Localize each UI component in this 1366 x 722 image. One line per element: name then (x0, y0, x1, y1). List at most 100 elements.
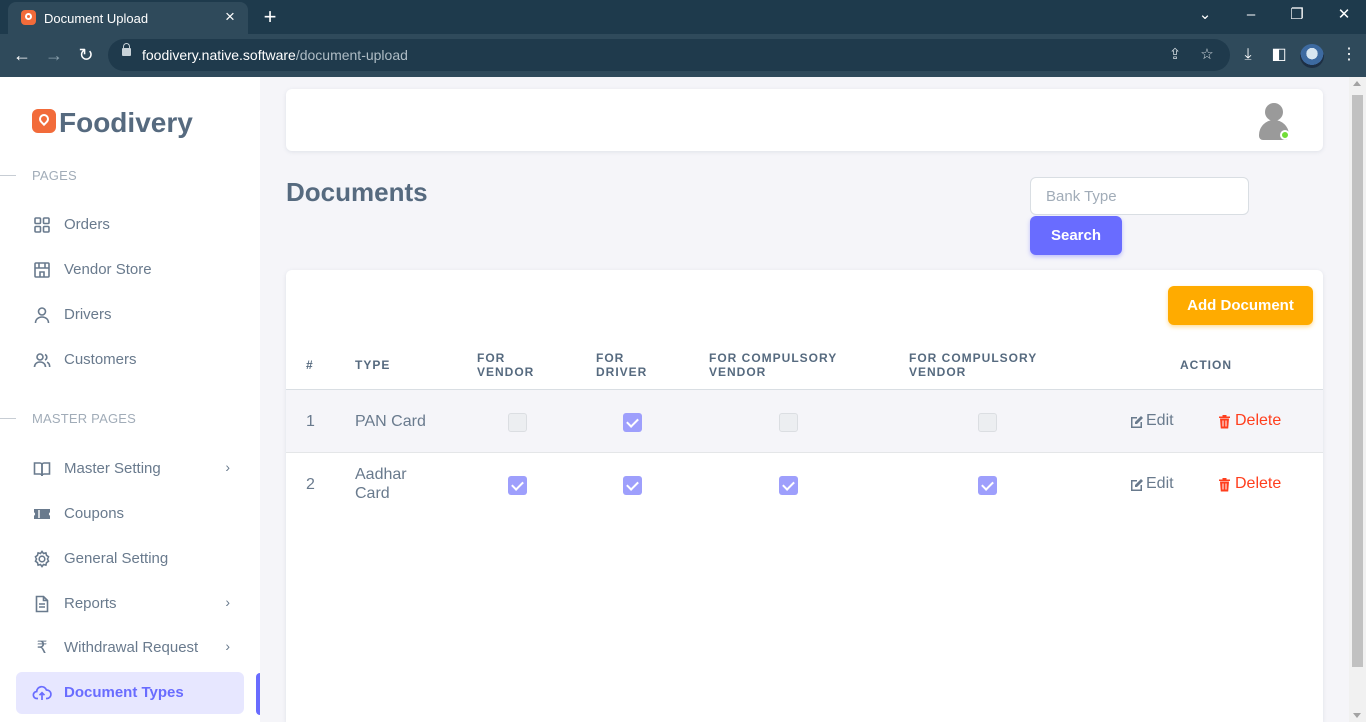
divider (0, 418, 16, 419)
scroll-down-arrow-icon[interactable] (1353, 713, 1361, 718)
book-icon (33, 462, 51, 477)
search-button[interactable]: Search (1030, 216, 1122, 255)
menu-kebab-icon[interactable]: ⋮ (1338, 44, 1360, 66)
trash-icon (1219, 415, 1230, 429)
sidebar-item-orders[interactable]: Orders (16, 204, 244, 246)
section-label-pages: PAGES (32, 168, 77, 183)
chevron-right-icon: › (225, 459, 230, 475)
chevron-right-icon: › (225, 638, 230, 654)
sidebar-item-master-setting[interactable]: Master Setting › (16, 448, 244, 490)
reload-icon[interactable]: ↻ (74, 43, 98, 67)
users-icon (33, 353, 51, 368)
for-driver-checkbox[interactable] (623, 476, 642, 495)
edit-button[interactable]: Edit (1130, 475, 1174, 493)
sidebar-item-label: Coupons (64, 505, 125, 522)
column-header-for-compulsory-vendor: FOR COMPULSORY VENDOR (909, 351, 1038, 379)
grid-icon (34, 217, 50, 233)
sidebar-item-label: Reports (64, 595, 117, 612)
trash-icon (1219, 478, 1230, 492)
add-document-button[interactable]: Add Document (1168, 286, 1313, 325)
browser-tab[interactable]: Document Upload × (8, 2, 248, 34)
column-header-type: TYPE (355, 358, 391, 372)
url-host: foodivery.native.software (142, 47, 296, 63)
ticket-icon (34, 509, 50, 519)
browser-toolbar: ← → ↻ foodivery.native.software/document… (0, 34, 1366, 77)
sidebar-item-label: Withdrawal Request (64, 639, 199, 656)
for-compulsory-vendor-checkbox[interactable] (978, 476, 997, 495)
sidebar-item-vendor-store[interactable]: Vendor Store (16, 249, 244, 291)
row-type: PAN Card (355, 413, 426, 430)
row-number: 2 (306, 476, 315, 493)
file-icon (35, 595, 49, 613)
download-icon[interactable]: ⤓ (1237, 44, 1259, 66)
close-window-icon[interactable]: ✕ (1332, 5, 1356, 25)
restore-icon[interactable]: ❐ (1285, 5, 1309, 25)
cloud-upload-icon (32, 685, 52, 700)
back-icon[interactable]: ← (10, 43, 34, 67)
brand-name: Foodivery (59, 107, 193, 138)
online-status-dot (1280, 130, 1290, 140)
for-vendor-checkbox[interactable] (508, 413, 527, 432)
delete-button[interactable]: Delete (1218, 475, 1281, 493)
scrollbar-thumb[interactable] (1352, 95, 1363, 667)
column-header-action: ACTION (1180, 358, 1232, 372)
for-driver-checkbox[interactable] (623, 413, 642, 432)
sidebar-item-label: Master Setting (64, 460, 161, 477)
url-path: /document-upload (295, 47, 408, 63)
sidebar: Foodivery PAGES Orders Vendor Store Driv… (0, 77, 260, 722)
for-vendor-checkbox[interactable] (508, 476, 527, 495)
sidebar-item-label: Document Types (64, 684, 184, 701)
chevron-right-icon: › (225, 594, 230, 610)
search-input[interactable] (1030, 177, 1249, 215)
divider (0, 175, 16, 176)
avatar-head (1265, 103, 1283, 121)
tab-title: Document Upload (44, 11, 149, 26)
scroll-up-arrow-icon[interactable] (1353, 81, 1361, 86)
sidebar-item-reports[interactable]: Reports › (16, 583, 244, 625)
sidebar-item-general-setting[interactable]: General Setting (16, 538, 244, 580)
sidebar-item-customers[interactable]: Customers (16, 339, 244, 381)
for-compulsory-vendor-checkbox[interactable] (978, 413, 997, 432)
column-header-number: # (306, 358, 314, 372)
user-avatar[interactable] (1256, 103, 1290, 141)
location-pin-icon (32, 109, 56, 133)
bookmark-star-icon[interactable]: ☆ (1196, 44, 1218, 66)
for-compulsory-vendor-checkbox[interactable] (779, 413, 798, 432)
page-scrollbar[interactable] (1349, 77, 1366, 722)
sidebar-item-document-types[interactable]: Document Types (16, 672, 244, 714)
row-divider (286, 452, 1323, 453)
delete-button[interactable]: Delete (1218, 412, 1281, 430)
sidebar-item-label: Orders (64, 216, 110, 233)
sidebar-item-withdrawal-request[interactable]: ₹ Withdrawal Request › (16, 627, 244, 669)
edit-icon (1131, 479, 1143, 491)
sidebar-item-drivers[interactable]: Drivers (16, 294, 244, 336)
profile-avatar[interactable] (1300, 44, 1324, 68)
row-type: Aadhar Card (355, 466, 407, 502)
close-tab-icon[interactable]: × (220, 7, 240, 27)
edit-icon (1131, 416, 1143, 428)
forward-icon[interactable]: → (42, 43, 66, 67)
section-label-master-pages: MASTER PAGES (32, 411, 137, 426)
new-tab-icon[interactable]: + (258, 4, 282, 30)
user-icon (34, 307, 50, 324)
address-bar[interactable]: foodivery.native.software/document-uploa… (108, 39, 1230, 71)
column-header-for-compulsory-vendor: FOR COMPULSORY VENDOR (709, 351, 838, 379)
sidebar-item-label: Customers (64, 351, 137, 368)
store-icon (34, 262, 50, 278)
edit-button[interactable]: Edit (1130, 412, 1174, 430)
documents-card: Add Document # TYPE FOR VENDOR FOR DRIVE… (286, 270, 1323, 722)
gear-icon (34, 550, 50, 568)
minimize-icon[interactable]: – (1239, 5, 1263, 25)
sidebar-item-coupons[interactable]: Coupons (16, 493, 244, 535)
side-panel-icon[interactable]: ◧ (1268, 44, 1290, 66)
share-icon[interactable]: ⇪ (1164, 44, 1186, 66)
tab-search-icon[interactable]: ⌄ (1193, 5, 1217, 25)
foodivery-favicon-icon (21, 10, 36, 25)
active-indicator (256, 673, 260, 715)
rupee-icon: ₹ (36, 638, 48, 657)
page-title: Documents (286, 177, 428, 207)
sidebar-item-label: General Setting (64, 550, 169, 567)
column-header-for-vendor: FOR VENDOR (477, 351, 535, 379)
sidebar-item-label: Vendor Store (64, 261, 152, 278)
for-compulsory-vendor-checkbox[interactable] (779, 476, 798, 495)
